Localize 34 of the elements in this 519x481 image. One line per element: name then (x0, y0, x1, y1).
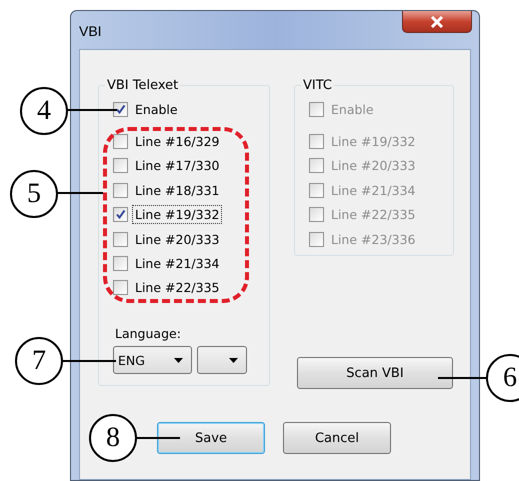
window-title: VBI (79, 23, 102, 39)
group-title: VBI Telexet (106, 78, 180, 93)
checkbox-label[interactable]: Line #22/335 (132, 278, 222, 298)
checkbox-label[interactable]: Line #18/331 (132, 180, 222, 200)
checkbox[interactable] (113, 232, 128, 247)
checkbox-label[interactable]: Line #17/330 (132, 156, 222, 176)
leader-line (438, 377, 486, 379)
checkbox-label[interactable]: Enable (132, 100, 181, 119)
checkbox[interactable] (113, 207, 128, 222)
checkbox[interactable] (113, 256, 128, 272)
checkbox[interactable] (113, 182, 128, 198)
checkbox-label[interactable]: Line #21/334 (132, 254, 222, 274)
close-button[interactable] (402, 11, 472, 33)
checkbox[interactable] (113, 102, 128, 117)
checkbox-label[interactable]: Line #16/329 (132, 132, 222, 152)
checkbox-label[interactable]: Line #20/333 (132, 230, 222, 249)
caret-icon (229, 358, 238, 363)
callout-number: 7 (15, 337, 63, 385)
callout-number: 5 (10, 170, 58, 218)
checkbox[interactable] (113, 134, 128, 150)
checkbox-label[interactable]: Line #19/332 (132, 205, 222, 224)
close-icon (429, 16, 445, 28)
group-title: VITC (302, 78, 333, 93)
checkbox[interactable] (113, 158, 128, 174)
checkbox[interactable] (113, 280, 128, 296)
save-button[interactable]: Save (157, 422, 265, 454)
scan-button[interactable]: Scan VBI (297, 357, 453, 389)
cancel-button[interactable]: Cancel (283, 422, 391, 454)
callout-number: 6 (486, 354, 519, 402)
caret-icon (174, 358, 183, 363)
callout-number: 4 (20, 87, 68, 135)
dropdown[interactable] (197, 346, 247, 374)
language-label: Language: (115, 326, 182, 342)
dropdown[interactable]: ENG (113, 346, 192, 374)
